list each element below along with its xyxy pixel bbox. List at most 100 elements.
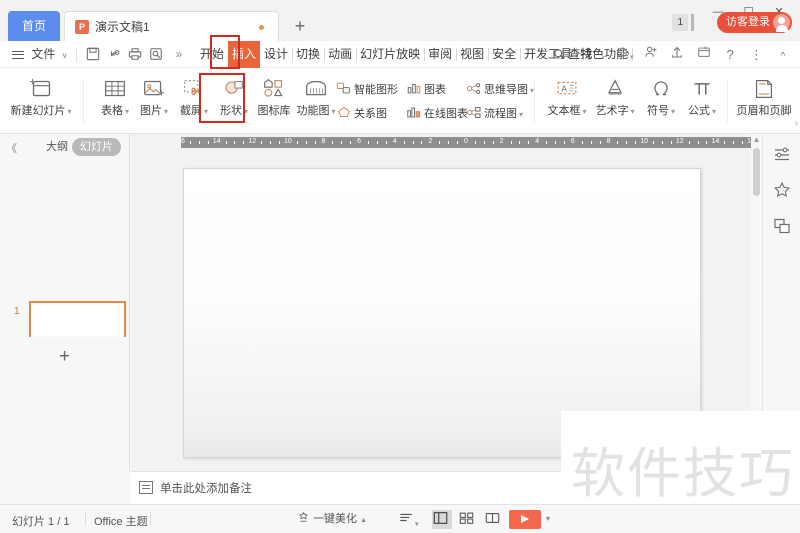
normal-view-icon[interactable] [432, 510, 452, 529]
picture-label: 图片 ▾ [139, 105, 168, 117]
ruler-tick [483, 141, 485, 144]
share-user-icon[interactable] [640, 45, 662, 64]
ribbon-tab-view-label: 视图 [460, 47, 485, 61]
ribbon-tab-insert[interactable]: 插入 [228, 41, 261, 68]
ribbon-tab-slideshow[interactable]: 幻灯片放映 [356, 41, 426, 68]
ribbon-tab-review[interactable]: 审阅 [424, 41, 458, 68]
more-quick-tools-icon[interactable]: » [170, 46, 188, 63]
symbol-button[interactable]: 符号 ▾ [639, 74, 683, 119]
scroll-up-icon[interactable]: ▲ [751, 134, 762, 145]
screenshot-button[interactable]: 截屏 ▾ [172, 74, 216, 119]
upload-icon[interactable] [666, 45, 688, 64]
horizontal-ruler: 16 14 12 10 8 6 4 2 0 2 4 6 8 10 12 14 16 [181, 137, 751, 148]
ribbon-expand-icon[interactable]: › [795, 118, 798, 129]
formula-button[interactable]: 公式 ▾ [680, 74, 724, 119]
panel-tab-slides[interactable]: 幻灯片 [72, 138, 121, 156]
symbol-icon [639, 74, 683, 104]
wordart-button[interactable]: 艺术字 ▾ [591, 74, 639, 119]
textbox-label: 文本框 ▾ [547, 105, 587, 117]
tab-home[interactable]: 首页 [8, 11, 60, 41]
menu-divider [76, 47, 77, 62]
relation-button[interactable]: 关系图 [336, 105, 387, 122]
properties-icon[interactable] [772, 144, 793, 165]
online-chart-button[interactable]: 在线图表 [406, 105, 468, 122]
slideshow-options-chevron-icon[interactable]: ▾ [546, 514, 550, 523]
ruler-tick [528, 141, 530, 144]
collapse-panel-icon[interactable]: 《 [6, 140, 17, 156]
ruler-tick [742, 141, 744, 144]
ruler-label: 10 [283, 138, 292, 145]
ribbon-tab-slideshow-label: 幻灯片放映 [360, 47, 421, 61]
print-preview-icon[interactable] [147, 46, 165, 63]
list-view-icon[interactable]: ▾ [399, 510, 425, 529]
find-button[interactable]: 查找 [553, 46, 592, 63]
ruler-tick [225, 141, 227, 144]
ribbon-tab-animation[interactable]: 动画 [324, 41, 358, 68]
tab-count-badge[interactable]: 1 [672, 14, 688, 31]
ruler-tick [474, 141, 476, 144]
online-chart-label: 在线图表 [424, 108, 468, 120]
new-tab-button[interactable]: + [288, 13, 312, 39]
ribbon-tab-animation-label: 动画 [328, 47, 353, 61]
ruler-label: 14 [711, 138, 720, 145]
help-icon[interactable]: ? [719, 45, 741, 64]
ruler-tick [341, 141, 343, 144]
more-icon[interactable]: ⋮ [746, 45, 768, 64]
magic-icon [297, 512, 313, 525]
reading-view-icon[interactable] [484, 510, 504, 529]
shapes-label: 形状 ▾ [219, 105, 248, 117]
slide-thumbnail-number: 1 [14, 306, 20, 317]
ruler-tick [653, 141, 655, 144]
beautify-label: 一键美化 [313, 513, 358, 525]
new-slide-button[interactable]: 新建幻灯片 ▾ [6, 74, 76, 119]
tab-document[interactable]: P 演示文稿1 [64, 11, 279, 41]
icon-library-button[interactable]: 图标库 [252, 74, 296, 118]
ribbon-tab-start[interactable]: 开始 [196, 41, 228, 68]
chart-button[interactable]: 图表 [406, 81, 446, 98]
save-icon[interactable] [84, 46, 102, 63]
ribbon-tab-view[interactable]: 视图 [456, 41, 490, 68]
beautify-button[interactable]: 一键美化 ▲ [297, 510, 367, 529]
shapes-button[interactable]: 形状 ▾ [212, 74, 256, 119]
file-menu-button[interactable]: 文件 ∨ [12, 45, 68, 64]
header-footer-button[interactable]: 页眉和页脚 [733, 74, 795, 118]
print-icon[interactable] [126, 46, 144, 63]
selection-pane-icon[interactable] [772, 216, 793, 237]
start-slideshow-button[interactable] [509, 510, 541, 529]
title-bar: 首页 P 演示文稿1 + — ☐ ✕ 1 访客登录 [0, 0, 800, 41]
ribbon-tab-design[interactable]: 设计 [260, 41, 294, 68]
ruler-tick [314, 141, 316, 144]
header-footer-icon [733, 74, 795, 104]
function-chart-button[interactable]: 功能图 ▾ [292, 74, 340, 119]
table-icon [93, 74, 137, 104]
cloud-icon[interactable]: ▾ [613, 45, 635, 64]
panel-tab-outline[interactable]: 大纲 [38, 138, 76, 156]
mindmap-button[interactable]: 思维导图 ▾ [466, 81, 534, 99]
window-icon[interactable] [693, 45, 715, 64]
guest-login-button[interactable]: 访客登录 [717, 12, 792, 33]
formula-label: 公式 ▾ [687, 105, 716, 117]
flowchart-button[interactable]: 流程图 ▾ [466, 105, 523, 123]
ruler-tick [635, 141, 637, 144]
ribbon-tab-transition[interactable]: 切换 [292, 41, 326, 68]
ruler-label: 16 [747, 138, 751, 145]
add-slide-button[interactable]: + [0, 337, 130, 376]
ruler-label: 8 [321, 138, 326, 145]
online-chart-icon [406, 105, 424, 121]
undo-icon[interactable] [105, 46, 123, 63]
ribbon-tab-insert-label: 插入 [232, 47, 257, 61]
ruler-tick [234, 141, 236, 144]
smartart-button[interactable]: 智能图形 [336, 81, 398, 98]
slide-sorter-icon[interactable] [458, 510, 478, 529]
new-slide-label: 新建幻灯片 ▾ [10, 105, 72, 117]
textbox-button[interactable]: A 文本框 ▾ [542, 74, 592, 119]
effects-icon[interactable] [772, 180, 793, 201]
scrollbar-thumb[interactable] [753, 148, 760, 196]
new-slide-icon [6, 74, 76, 104]
picture-button[interactable]: 图片 ▾ [132, 74, 176, 119]
ribbon-tab-security-label: 安全 [492, 47, 517, 61]
ruler-tick [421, 141, 423, 144]
collapse-ribbon-icon[interactable]: ^ [772, 47, 794, 66]
ribbon-tab-security[interactable]: 安全 [488, 41, 522, 68]
table-button[interactable]: 表格 ▾ [93, 74, 137, 119]
